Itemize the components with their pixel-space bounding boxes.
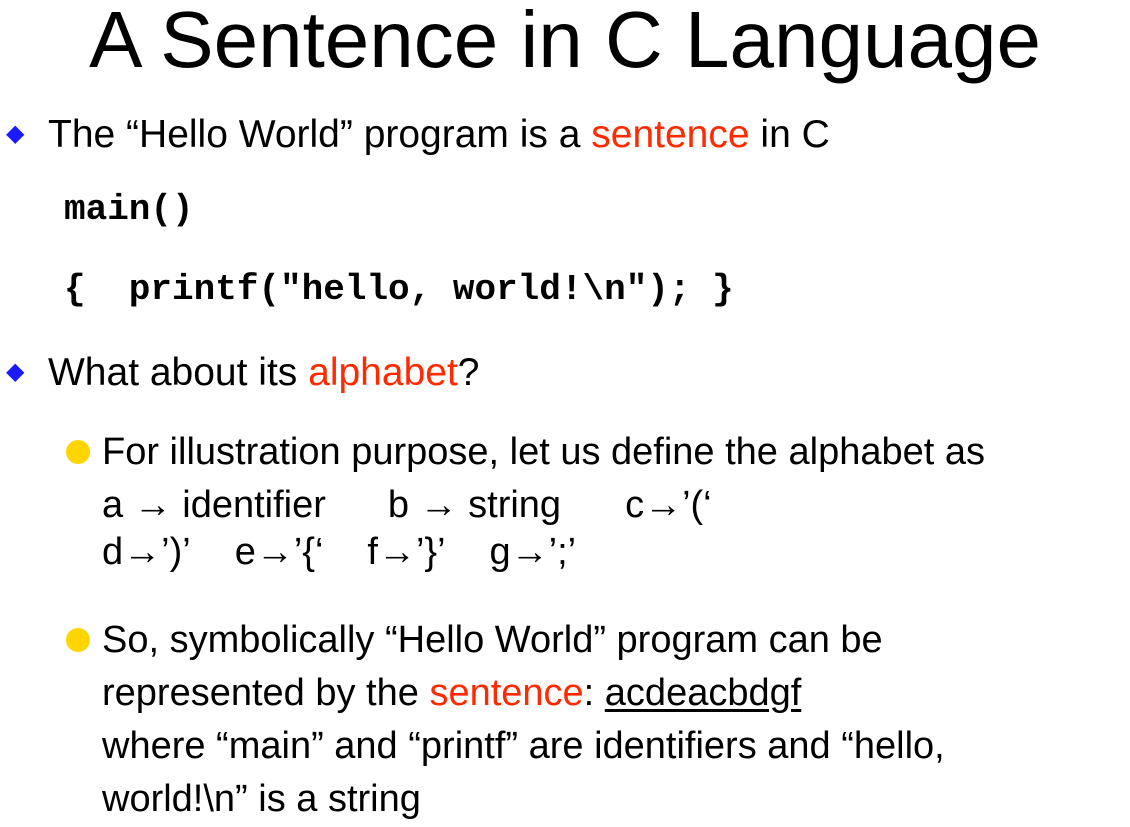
mapping-g: g→’;’ <box>489 531 577 573</box>
sub-bullet-alphabet-definition: For illustration purpose, let us define … <box>66 426 1126 579</box>
sub-line-mapping-2: d→’)’ e→’{‘ f→’}’ g→’;’ <box>102 526 1126 579</box>
yellow-dot-bullet-icon <box>66 440 90 464</box>
sub-bullet-symbolic-sentence: So, symbolically “Hello World” program c… <box>66 614 1126 826</box>
mapping-d: d→’)’ <box>102 531 191 573</box>
slide: A Sentence in C Language ◆ The “Hello Wor… <box>0 0 1130 827</box>
slide-title: A Sentence in C Language <box>89 0 1041 84</box>
bullet-text-pre: What about its <box>48 351 309 394</box>
code-line-main: main() <box>64 189 194 230</box>
sub-line: So, symbolically “Hello World” program c… <box>102 619 883 661</box>
sub-line: represented by the sentence: acdeacbdgf <box>102 667 1126 720</box>
code-line-printf: { printf("hello, world!\n"); } <box>64 269 734 310</box>
mapping-a: a → identifier <box>102 484 326 526</box>
highlight-sentence: sentence <box>591 113 750 156</box>
bullet-text: The “Hello World” program is a sentence … <box>48 113 830 156</box>
diamond-bullet-icon: ◆ <box>6 120 25 147</box>
sub-line-mapping-1: a → identifier b → string c→’(‘ <box>102 479 1126 532</box>
bullet-alphabet: ◆ What about its alphabet? <box>6 348 479 397</box>
highlight-alphabet: alphabet <box>308 351 458 394</box>
bullet-text-post: ? <box>457 351 480 394</box>
mapping-e: e→’{‘ <box>234 531 324 573</box>
sub-text-pre: represented by the <box>102 672 430 714</box>
diamond-bullet-icon: ◆ <box>6 358 25 385</box>
mapping-f: f→’}’ <box>367 531 446 573</box>
bullet-text-pre: The “Hello World” program is a <box>48 113 592 156</box>
bullet-text: What about its alphabet? <box>48 351 479 394</box>
highlight-sentence: sentence <box>429 672 584 714</box>
sub-line: where “main” and “printf” are identifier… <box>102 725 945 767</box>
sub-line: For illustration purpose, let us define … <box>102 431 985 473</box>
yellow-dot-bullet-icon <box>66 628 90 652</box>
sentence-value: acdeacbdgf <box>604 672 802 714</box>
sub-line: world!\n” is a string <box>102 778 421 820</box>
mapping-c: c→’(‘ <box>625 484 712 526</box>
colon: : <box>583 672 605 714</box>
mapping-b: b → string <box>387 484 562 526</box>
bullet-hello-world: ◆ The “Hello World” program is a sentence… <box>6 110 830 159</box>
bullet-text-post: in C <box>749 113 830 156</box>
